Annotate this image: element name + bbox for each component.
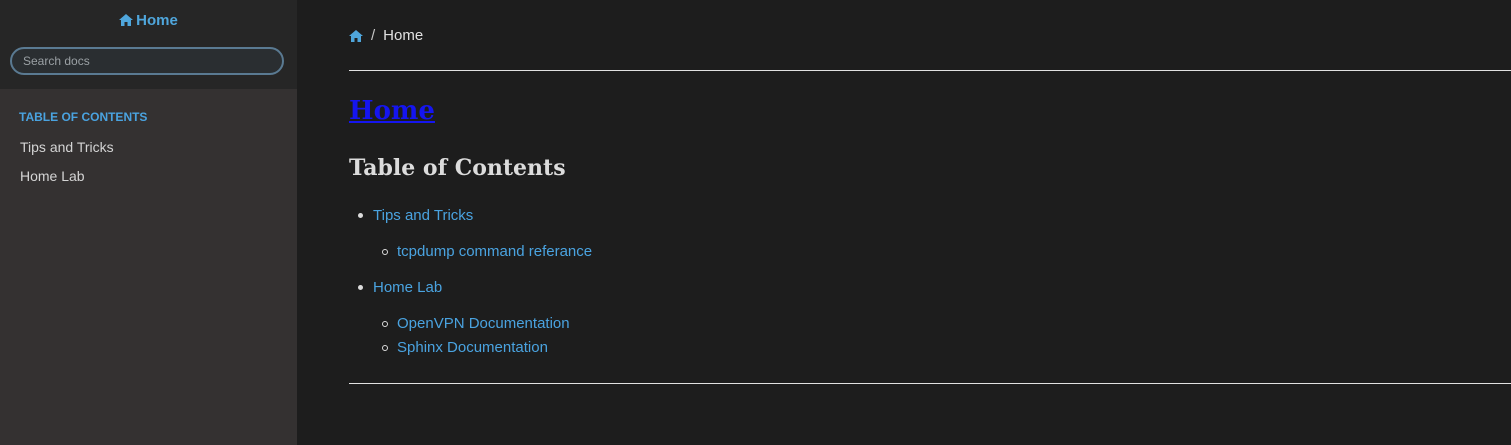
toc-caption: TABLE OF CONTENTS: [19, 110, 148, 124]
toc-link-openvpn-documentation[interactable]: OpenVPN Documentation: [397, 315, 570, 332]
top-divider: [349, 70, 1511, 71]
sidebar-header: Home: [0, 0, 297, 89]
sidebar-home-link[interactable]: Home: [0, 12, 297, 29]
bullet: [382, 345, 388, 351]
home-icon[interactable]: [349, 29, 363, 42]
search-input[interactable]: [10, 47, 284, 75]
bullet: [358, 285, 363, 290]
bullet: [358, 213, 363, 218]
main-content: / Home Home Table of Contents Tips and T…: [349, 0, 1511, 445]
toc-link-tips-and-tricks[interactable]: Tips and Tricks: [373, 207, 473, 224]
bullet: [382, 321, 388, 327]
toc-link-tcpdump-command-referance[interactable]: tcpdump command referance: [397, 243, 592, 260]
breadcrumb: / Home: [349, 27, 423, 44]
home-icon: [119, 14, 134, 26]
toc-link-home-lab[interactable]: Home Lab: [373, 279, 442, 296]
bullet: [382, 249, 388, 255]
sidebar-item-home-lab[interactable]: Home Lab: [20, 168, 85, 184]
toc-heading: Table of Contents: [349, 155, 566, 181]
bottom-divider: [349, 383, 1511, 384]
page-title[interactable]: Home: [349, 96, 435, 126]
toc-link-sphinx-documentation[interactable]: Sphinx Documentation: [397, 339, 548, 356]
sidebar-item-tips-and-tricks[interactable]: Tips and Tricks: [20, 139, 114, 155]
breadcrumb-current: Home: [383, 27, 424, 44]
sidebar-home-label: Home: [136, 12, 178, 29]
breadcrumb-separator: /: [371, 27, 376, 44]
sidebar: Home TABLE OF CONTENTS Tips and Tricks H…: [0, 0, 297, 445]
